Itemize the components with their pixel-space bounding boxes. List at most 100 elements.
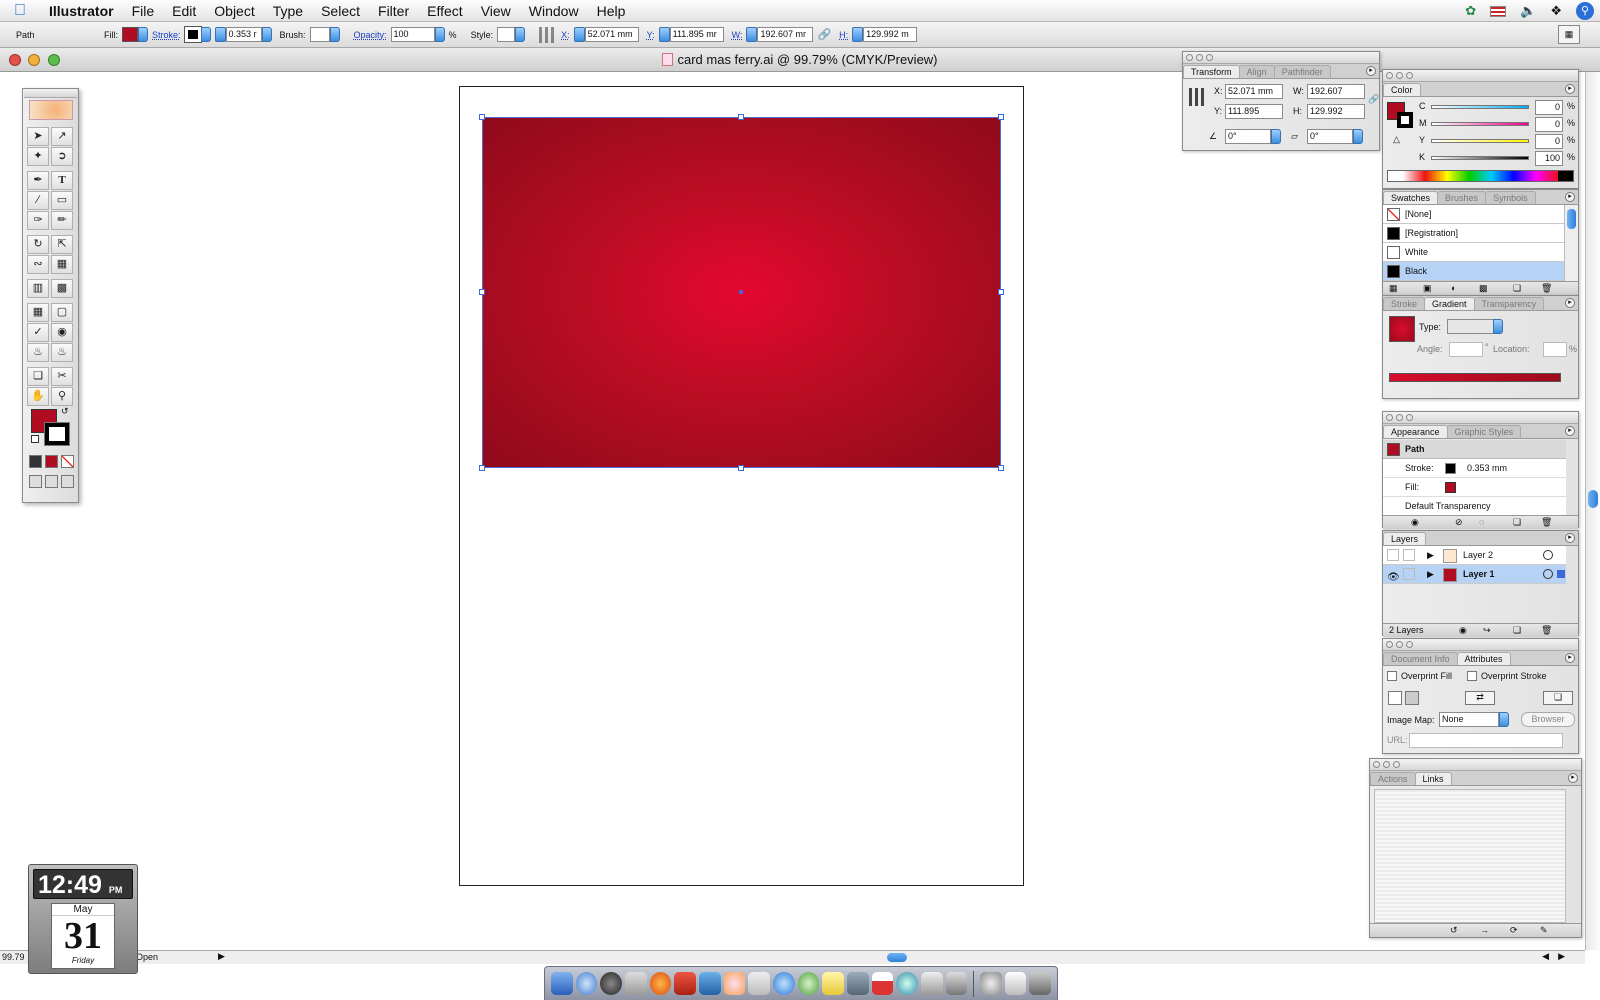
ical-icon[interactable] [871,972,894,995]
default-colors-icon[interactable] [31,435,39,443]
pencil-tool-icon[interactable]: ✏ [51,211,73,230]
visibility-toggle[interactable] [1387,549,1399,561]
illustrator-flower-icon[interactable] [29,100,73,120]
swap-colors-icon[interactable]: ↺ [61,406,69,417]
cyan-slider[interactable] [1431,105,1529,109]
style-dropdown-icon[interactable] [515,27,526,42]
panel-menu-icon[interactable]: ▸ [1565,533,1575,543]
fill-dropdown-icon[interactable] [138,27,148,42]
url-field[interactable] [1409,733,1563,748]
close-window-button[interactable] [9,54,21,66]
stroke-color-box[interactable] [44,422,70,446]
lock-toggle[interactable] [1403,568,1415,580]
horizontal-scrollbar[interactable]: 99.79 Open ▶ ◀ ▶ [0,950,1585,964]
gradient-type-select[interactable] [1447,319,1495,334]
safari-icon[interactable] [575,972,598,995]
selection-handle[interactable] [738,114,744,120]
appearance-stroke-row[interactable]: Stroke: 0.353 mm [1383,459,1566,478]
panel-zoom-button[interactable] [1393,761,1400,768]
overprint-fill-checkbox[interactable] [1387,671,1397,681]
scissors-tool-icon[interactable]: ✂ [51,367,73,386]
brush-field[interactable] [309,27,330,42]
delete-swatch-icon[interactable]: 🗑 [1541,283,1552,294]
symbol-sprayer-tool-icon[interactable]: ▥ [27,279,49,298]
menu-window[interactable]: Window [520,0,588,22]
hide-center-button[interactable] [1388,691,1402,705]
apple-menu-icon[interactable]:  [0,2,40,20]
status-field[interactable]: Open [136,952,158,962]
rectangle-tool-icon[interactable]: ▭ [51,191,73,210]
output-resolution-buttons[interactable]: ❏ [1543,691,1573,705]
flag-icon[interactable] [1490,5,1507,17]
reference-point-locator-icon[interactable] [1189,88,1207,106]
panel-menu-icon[interactable]: ▸ [1366,66,1376,76]
transform-h-field[interactable]: 129.992 [1307,104,1365,119]
tab-transform[interactable]: Transform [1183,65,1240,78]
quicktime-icon[interactable] [896,972,918,995]
constrain-proportions-icon[interactable]: 🔗 [1368,94,1379,105]
selection-handle[interactable] [998,114,1004,120]
panel-menu-icon[interactable]: ▸ [1565,298,1575,308]
imovie-icon[interactable] [846,972,869,995]
finder-icon[interactable] [551,972,573,995]
stroke-weight-dropdown-icon[interactable] [261,27,272,42]
scroll-right-arrow-icon[interactable]: ▶ [1558,951,1565,962]
tab-color[interactable]: Color [1383,83,1421,96]
edit-original-icon[interactable]: ✎ [1540,925,1548,936]
tab-symbols[interactable]: Symbols [1485,191,1536,204]
stroke-label[interactable]: Stroke: [152,30,181,40]
gradient-type-dropdown-icon[interactable] [1493,319,1503,334]
w-stepper[interactable] [746,27,758,42]
overprint-stroke-checkbox[interactable] [1467,671,1477,681]
panel-menu-icon[interactable]: ▸ [1565,84,1575,94]
new-art-basic-appearance-icon[interactable]: ◉ [1411,517,1419,528]
delete-layer-icon[interactable]: 🗑 [1541,625,1552,636]
flower-app-icon[interactable] [723,972,746,995]
y-stepper[interactable] [658,27,670,42]
tab-pathfinder[interactable]: Pathfinder [1273,65,1331,78]
tab-attributes[interactable]: Attributes [1456,652,1511,665]
appearance-object-row[interactable]: Path [1383,440,1566,459]
shear-field[interactable]: 0° [1307,129,1353,144]
swatch-row[interactable]: [Registration] [1383,224,1564,243]
panel-dock-icon[interactable]: ▦ [1558,25,1580,44]
panel-zoom-button[interactable] [1406,72,1413,79]
opacity-label[interactable]: Opacity: [354,30,387,40]
update-link-icon[interactable]: ⟳ [1510,925,1518,936]
menu-filter[interactable]: Filter [369,0,418,22]
panel-minimize-button[interactable] [1196,54,1203,61]
panel-close-button[interactable] [1373,761,1380,768]
tab-gradient[interactable]: Gradient [1424,297,1475,310]
type-tool-icon[interactable]: T [51,171,73,190]
black-field[interactable]: 100 [1535,151,1563,166]
magic-wand-tool-icon[interactable]: ✦ [27,147,49,166]
black-slider[interactable] [1431,156,1529,160]
panel-menu-icon[interactable]: ▸ [1565,653,1575,663]
panel-zoom-button[interactable] [1406,641,1413,648]
duplicate-item-icon[interactable]: ❏ [1513,517,1521,528]
fill-swatch[interactable] [122,27,138,42]
panel-zoom-button[interactable] [1206,54,1213,61]
panel-minimize-button[interactable] [1396,72,1403,79]
downloads-stack-icon[interactable] [980,972,1002,995]
swatches-scroll-thumb[interactable] [1567,209,1576,229]
fill-rule-buttons[interactable]: ⇄ [1465,691,1495,705]
gradient-tool-icon[interactable]: ▢ [51,303,73,322]
w-label[interactable]: W: [732,30,743,40]
magenta-field[interactable]: 0 [1535,117,1563,132]
tab-transparency[interactable]: Transparency [1473,297,1545,310]
w-field[interactable]: 192.607 mr [757,27,814,42]
ichat-icon[interactable] [772,972,795,995]
x-stepper[interactable] [573,27,585,42]
stroke-weight-field[interactable]: 0.353 r [225,27,262,42]
transform-y-field[interactable]: 111.895 [1225,104,1283,119]
gradient-mode-icon[interactable] [45,455,58,468]
dashboard-icon[interactable] [600,972,622,995]
tab-appearance[interactable]: Appearance [1383,425,1448,438]
lock-toggle[interactable] [1403,549,1415,561]
panel-menu-icon[interactable]: ▸ [1568,773,1578,783]
menu-view[interactable]: View [472,0,520,22]
menu-help[interactable]: Help [588,0,635,22]
textedit-icon[interactable] [748,972,770,995]
volume-icon[interactable]: 🔈 [1520,3,1536,19]
